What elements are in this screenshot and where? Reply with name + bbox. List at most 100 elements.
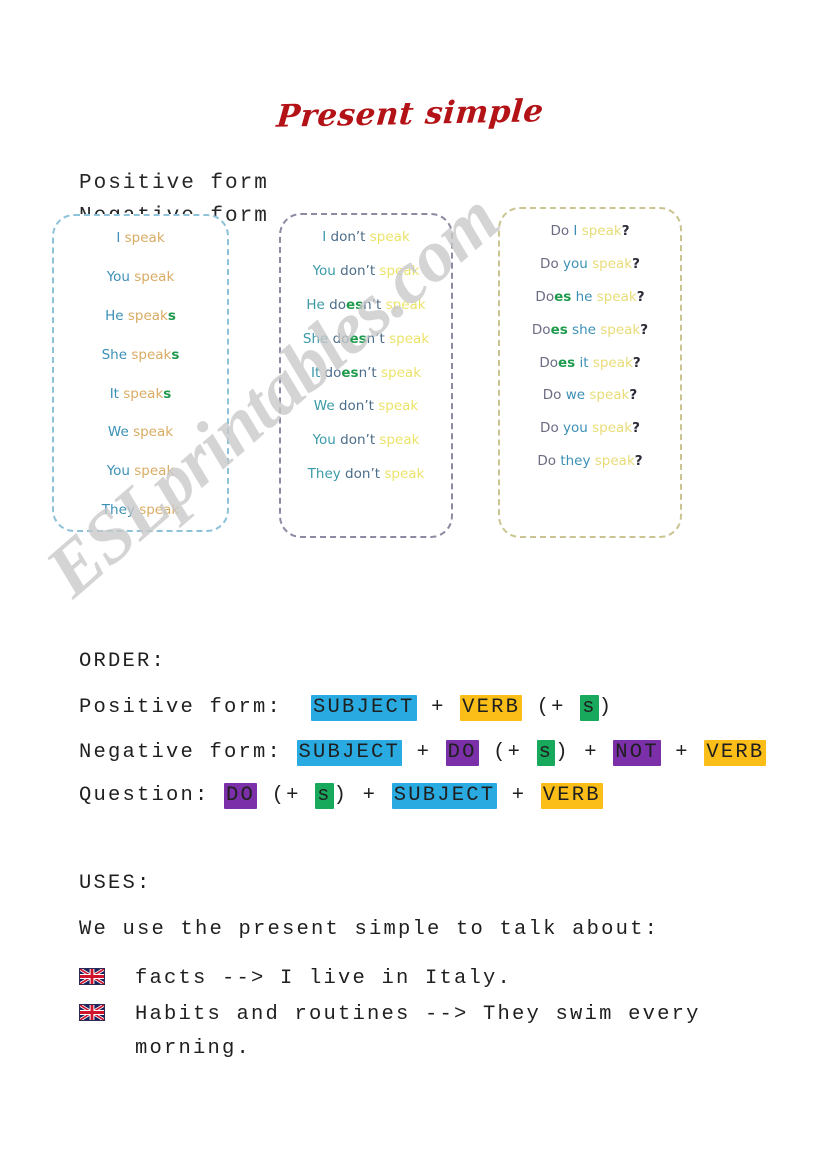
order-question-label: Question: [79,783,210,807]
pronoun: We [107,424,129,441]
auxiliary: Do [531,321,551,338]
conjugation-line: We speak [54,424,227,441]
plus-sign: + [675,741,690,764]
order-positive-line: Positive form: SUBJECT + VERB (+ s) [79,694,779,721]
plus-sign: + [584,741,599,764]
plus-sign: + [416,741,432,764]
question-mark: ? [640,321,649,338]
question-conjugation-box: Do I speak? Do you speak? Does he speak?… [498,207,682,538]
order-section: ORDER: Positive form: SUBJECT + VERB (+ … [79,650,779,831]
question-mark: ? [632,255,640,272]
conjugation-line: It doesn’t speak [281,365,451,382]
verb: speak [365,229,410,245]
verb: speak [134,502,180,519]
not-token: NOT [613,740,661,766]
negative-conjugation-box: I don’t speak You don’t speak He doesn’t… [279,213,453,538]
auxiliary-ending: es [345,296,364,313]
conjugation-line: Does it speak? [500,355,680,372]
auxiliary: don [335,432,366,449]
conjugation-line: He doesn’t speak [281,297,451,314]
verb: speak [589,387,630,404]
verb: speak [384,330,430,347]
s-token: s [536,740,556,766]
order-heading: ORDER: [79,650,167,673]
do-token: DO [224,782,258,809]
positive-form-heading: Positive form [79,172,269,195]
conjugation-line: He speaks [54,308,227,325]
page-title: Present simple [0,93,821,135]
pronoun: it [575,354,593,371]
pronoun: They [307,466,341,483]
uses-intro-text: We use the present simple to talk about: [79,917,660,941]
auxiliary: do [328,330,350,347]
pronoun: You [106,463,130,480]
verb: speak [380,466,425,483]
auxiliary-ending: es [554,288,572,305]
question-mark: ? [629,387,638,404]
auxiliary-contraction: n’t [363,296,382,313]
auxiliary-ending: es [349,330,367,347]
paren-open: (+ [271,783,301,807]
pronoun: we [561,387,590,404]
verb: speak [129,463,175,480]
verb: speak [128,424,174,441]
verb-ending: s [171,346,180,363]
pronoun: You [312,432,336,449]
verb-token: VERB [460,694,523,721]
verb: speak [118,385,164,402]
conjugation-line: They don’t speak [281,466,451,483]
order-negative-line: Negative form: SUBJECT + DO (+ s) + NOT … [79,740,779,766]
use-item-text: Habits and routines --> They swim every … [135,1002,701,1060]
auxiliary: do [320,364,342,381]
verb: speak [596,288,637,305]
auxiliary-contraction: ’t [364,398,374,415]
verb-token: VERB [704,740,767,766]
pronoun: We [313,398,335,415]
auxiliary: do [324,296,346,313]
conjugation-line: She speaks [54,347,227,364]
pronoun: It [310,364,321,381]
auxiliary: don [335,262,366,279]
list-item: Habits and routines --> They swim every … [79,998,779,1066]
conjugation-line: They speak [54,502,227,519]
conjugation-line: Does he speak? [500,289,680,306]
conjugation-line: Does she speak? [500,322,680,339]
uses-heading: USES: [79,872,152,895]
verb: speak [381,296,426,313]
auxiliary: don [326,229,356,245]
conjugation-line: Do they speak? [500,453,680,470]
question-mark: ? [632,420,640,437]
verb-ending: s [163,385,172,402]
paren-open: (+ [493,741,523,764]
order-question-line: Question: DO (+ s) + SUBJECT + VERB [79,782,779,809]
question-mark: ? [621,223,630,239]
pronoun: He [105,307,124,324]
auxiliary-ending: es [557,354,576,371]
question-mark: ? [636,288,645,305]
uk-flag-icon [79,968,105,985]
auxiliary-contraction: ’t [365,262,376,279]
auxiliary-ending: es [550,321,568,338]
pronoun: you [558,255,593,272]
auxiliary-contraction: ’t [370,466,381,483]
conjugation-line: I don’t speak [281,229,451,246]
verb: speak [592,255,633,272]
pronoun: It [109,385,119,402]
conjugation-line: You don’t speak [281,263,451,280]
subject-token: SUBJECT [296,740,403,766]
list-item: facts --> I live in Italy. [79,962,779,996]
pronoun: She [101,346,128,363]
auxiliary-ending: es [341,364,359,381]
question-mark: ? [632,354,641,371]
auxiliary-contraction: n’t [366,330,385,347]
pronoun: You [106,268,130,285]
verb: speak [127,346,172,363]
auxiliary: don [334,398,365,415]
order-negative-label: Negative form: [79,741,283,764]
verb: speak [375,262,420,279]
verb: speak [600,321,641,338]
auxiliary: Do [539,354,558,371]
do-token: DO [445,740,479,766]
verb-token: VERB [540,782,603,809]
verb: speak [594,453,635,470]
